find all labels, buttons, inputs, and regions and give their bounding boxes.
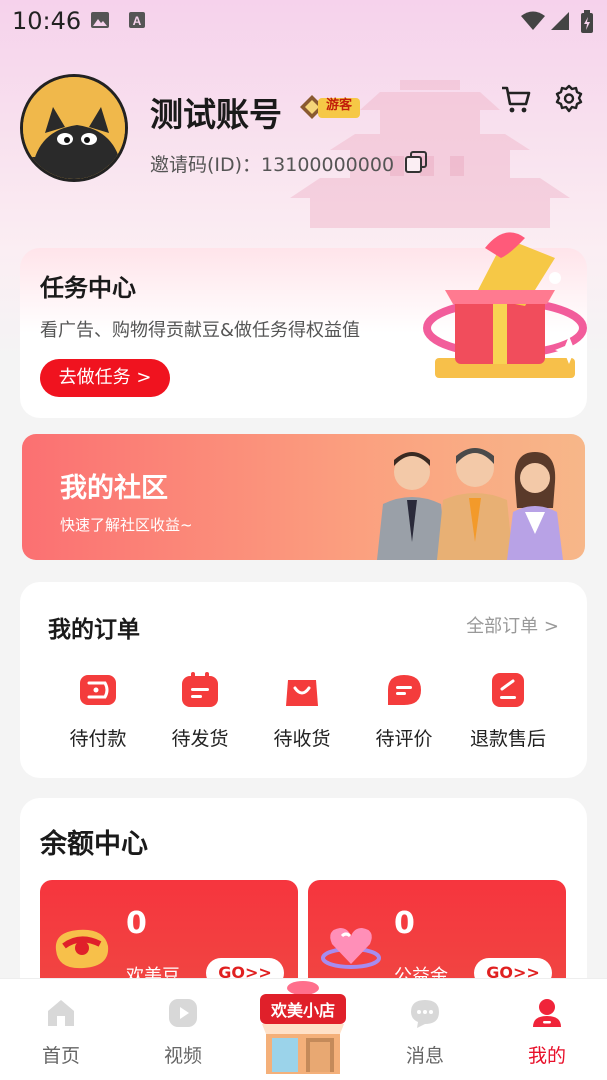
wifi-icon [521,11,545,30]
orders-title: 我的订单 [48,617,140,643]
nav-label: 我的 [527,1045,566,1067]
beans-value: 0 [126,906,147,941]
nav-label: 首页 [41,1045,80,1067]
shop-sign-label: 欢美小店 [270,1001,335,1020]
balance-title: 余额中心 [40,829,148,860]
beans-icon [55,929,109,969]
svg-text:A: A [133,14,142,28]
community-title: 我的社区 [60,473,168,504]
task-center-title: 任务中心 [40,274,136,302]
nav-home[interactable]: 首页 [16,979,106,1080]
play-icon [169,999,197,1027]
message-icon [411,1000,439,1028]
user-icon [533,999,561,1027]
charity-value: 0 [394,906,415,941]
order-pending-receipt[interactable]: 待收货 [252,672,352,762]
order-pending-review[interactable]: 待评价 [354,672,454,762]
gallery-icon [91,12,109,28]
heart-hand-icon [321,928,381,969]
order-label: 退款售后 [469,728,546,750]
wallet-icon [80,675,116,705]
task-center-card[interactable]: 任务中心 看广告、购物得贡献豆&做任务得权益值 去做任务 > [20,232,587,418]
cart-icon[interactable] [500,84,532,114]
balance-center-card: 余额中心 0 欢美豆 GO>> 0 公益金 GO>> [20,798,587,998]
copy-icon[interactable] [404,150,428,174]
invite-code: 邀请码(ID)：13100000000 [150,154,395,176]
status-bar: 10:46 A [0,0,607,44]
username: 测试账号 [150,95,282,134]
order-label: 待付款 [69,728,127,750]
gift-box-icon [423,232,587,378]
shop-icon[interactable] [256,980,350,1076]
do-task-button[interactable]: 去做任务 > [40,359,170,397]
home-icon [48,1000,74,1026]
avatar[interactable] [20,74,128,182]
battery-icon [581,10,593,33]
order-pending-shipment[interactable]: 待发货 [150,672,250,762]
gear-icon[interactable] [554,84,584,114]
text-input-icon: A [129,12,145,28]
business-people-icon [377,448,563,560]
charity-fund-card[interactable]: 0 公益金 GO>> [308,880,566,990]
order-label: 待发货 [171,728,229,750]
signal-icon [551,12,569,30]
order-label: 待收货 [273,728,331,750]
nav-messages[interactable]: 消息 [380,979,470,1080]
nav-label: 消息 [405,1045,444,1067]
task-center-description: 看广告、购物得贡献豆&做任务得权益值 [40,320,361,341]
all-orders-link[interactable]: 全部订单 > [466,612,559,638]
community-subtitle: 快速了解社区收益~ [60,516,193,534]
guest-badge-label: 游客 [325,98,352,113]
nav-mine[interactable]: 我的 [502,979,592,1080]
my-orders-card: 我的订单 全部订单 > 待付款 待发货 待收货 待评价 退款售后 [20,582,587,778]
bag-icon [286,680,318,706]
beans-balance-card[interactable]: 0 欢美豆 GO>> [40,880,298,990]
nav-video[interactable]: 视频 [138,979,228,1080]
my-community-banner[interactable]: 我的社区 快速了解社区收益~ [22,434,585,560]
order-pending-payment[interactable]: 待付款 [48,672,148,762]
order-refund-aftersale[interactable]: 退款售后 [458,672,558,762]
refund-icon [492,673,524,707]
status-time: 10:46 [12,7,82,35]
calendar-icon [182,672,218,707]
nav-label: 视频 [163,1045,202,1067]
order-label: 待评价 [375,728,433,750]
comment-icon [388,675,421,705]
